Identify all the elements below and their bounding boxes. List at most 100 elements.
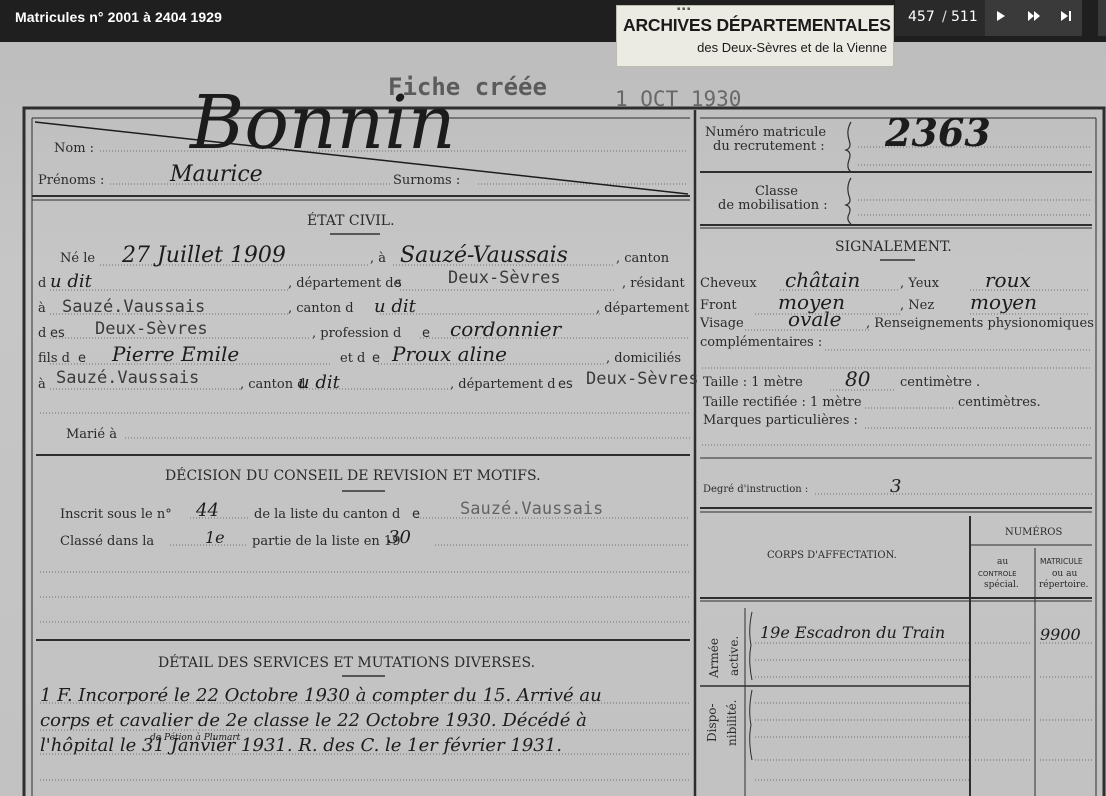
prenoms-label: Prénoms : (38, 173, 104, 188)
cheveux-label: Cheveux (700, 276, 757, 291)
controle-label: CONTROLE (978, 570, 1017, 578)
marie-a-label: Marié à (66, 427, 117, 442)
complementaires-label: complémentaires : (700, 335, 822, 350)
deux-sevres-3: Deux-Sèvres (586, 369, 699, 389)
inscrit-label: Inscrit sous le n° (60, 507, 172, 522)
taille-value: 80 (845, 367, 871, 391)
dispo-label: Dispo- (705, 703, 719, 742)
au-label: au (997, 557, 1008, 567)
de-la-liste-label: de la liste du canton d (254, 507, 400, 522)
logo-subtitle: des Deux-Sèvres et de la Vienne (697, 40, 887, 55)
etat-civil-heading: ÉTAT CIVIL. (307, 211, 395, 229)
numeros-heading: NUMÉROS (1005, 526, 1062, 538)
numero-liste: 44 (195, 500, 219, 521)
e-3: e (372, 351, 380, 366)
nom-label: Nom : (54, 141, 94, 156)
numero-label-1: Numéro matricule (705, 125, 826, 140)
prenoms-value: Maurice (169, 162, 263, 187)
canton-d-label: , canton d (288, 301, 354, 316)
taille-rectifiee-label: Taille rectifiée : 1 mètre (703, 395, 862, 410)
logo-title: ARCHIVES DÉPARTEMENTALES (623, 15, 891, 35)
centimetres-label: centimètres. (958, 395, 1041, 410)
fils-de-label: fils d (38, 351, 70, 366)
canton-label: , canton (616, 251, 670, 266)
services-line-1: 1 F. Incorporé le 22 Octobre 1930 à comp… (40, 685, 602, 706)
lieu-naissance: Sauzé-Vaussais (400, 243, 568, 268)
repertoire-label: répertoire. (1039, 579, 1089, 590)
degre-label: Degré d'instruction : (703, 484, 808, 495)
decision-heading: DÉCISION DU CONSEIL DE REVISION ET MOTIF… (165, 466, 541, 484)
deux-sevres-1: Deux-Sèvres (448, 268, 561, 288)
nibilite-label: nibilité. (725, 700, 739, 747)
taille-label: Taille : 1 mètre (703, 375, 803, 390)
play-icon (985, 10, 1017, 22)
dit-2: u dit (374, 296, 417, 317)
et-de-label: et d (340, 351, 365, 366)
classe-label-1: Classe (755, 184, 798, 199)
skip-end-icon (1050, 10, 1082, 22)
centimetre-label: centimètre . (900, 375, 980, 390)
profession: cordonnier (450, 317, 563, 341)
ou-au-label: ou au (1052, 569, 1077, 579)
pere: Pierre Emile (111, 342, 239, 366)
viewer-toolbar: Matricules n° 2001 à 2404 1929 457 / 511 (0, 0, 1106, 42)
last-page-button[interactable] (1050, 0, 1082, 36)
mere: Proux aline (391, 342, 507, 366)
fast-forward-icon (1017, 10, 1050, 22)
date-naissance: 27 Juillet 1909 (121, 243, 286, 268)
profession-de-label: , profession d (312, 326, 401, 341)
departement-label: , département (596, 301, 690, 316)
logo-small-note: ▪ ▪ ▪ (677, 6, 691, 12)
page-separator: / (942, 9, 947, 25)
departement-de-label: , département de (288, 276, 402, 291)
toolbar-edge (1098, 0, 1106, 36)
e-1: e (422, 326, 430, 341)
stamp-date: 1 OCT 1930 (615, 87, 741, 111)
a3-label: à (38, 377, 46, 392)
matricule-value: 9900 (1040, 625, 1081, 644)
services-line-3: l'hôpital le 31 Janvier 1931. R. des C. … (40, 735, 562, 756)
affectation-value: 19e Escadron du Train (760, 623, 945, 642)
canton-d2-label: , canton d (240, 377, 306, 392)
numero-label-2: du recrutement : (713, 139, 825, 154)
marques-label: Marques particulières : (703, 413, 858, 428)
document-viewer[interactable]: Fiche créée 1 OCT 1930 Nom : Bonnin Prén… (0, 42, 1106, 796)
annee-value: 30 (388, 527, 411, 548)
residant-label: , résidant (622, 276, 685, 291)
next-page-button[interactable] (985, 0, 1017, 36)
visage-label: Visage (699, 316, 744, 331)
special-label: spécial. (984, 579, 1019, 590)
nez-label: , Nez (900, 298, 934, 313)
es-1: s (395, 276, 402, 291)
departement-de2-label: , département d (450, 377, 556, 392)
renseignements-label: , Renseignements physionomiques (866, 316, 1094, 331)
visage-value: ovale (788, 307, 842, 331)
domicile: Sauzé.Vaussais (56, 368, 199, 388)
partie-de-la-liste-label: partie de la liste en 19 (252, 534, 400, 549)
total-pages: 511 (951, 9, 978, 25)
document-image: Fiche créée 1 OCT 1930 Nom : Bonnin Prén… (22, 73, 1106, 796)
partie-value: 1e (205, 528, 225, 547)
cheveux-value: châtain (785, 268, 860, 292)
corps-affectation-heading: CORPS D'AFFECTATION. (767, 550, 897, 561)
canton-decision: Sauzé.Vaussais (460, 499, 603, 519)
a-label: , à (370, 251, 386, 266)
degre-value: 3 (890, 476, 901, 497)
residence: Sauzé.Vaussais (62, 297, 205, 317)
es-3: es (558, 377, 573, 392)
yeux-value: roux (985, 268, 1031, 292)
es-2: es (50, 326, 65, 341)
ne-le-label: Né le (60, 251, 95, 266)
armee-label: Armée (707, 638, 721, 679)
classe-label-2: de mobilisation : (718, 198, 828, 213)
current-page[interactable]: 457 (908, 9, 935, 25)
fast-forward-button[interactable] (1017, 0, 1050, 36)
e-decision: e (412, 507, 420, 522)
yeux-label: , Yeux (900, 276, 940, 291)
domicilies-label: , domiciliés (606, 351, 681, 366)
front-label: Front (700, 298, 737, 313)
d-label: d (38, 276, 46, 291)
matricule-label: MATRICULE (1040, 557, 1083, 566)
archives-logo: ▪ ▪ ▪ ARCHIVES DÉPARTEMENTALES des Deux-… (616, 5, 894, 67)
dit-1: u dit (50, 271, 93, 292)
